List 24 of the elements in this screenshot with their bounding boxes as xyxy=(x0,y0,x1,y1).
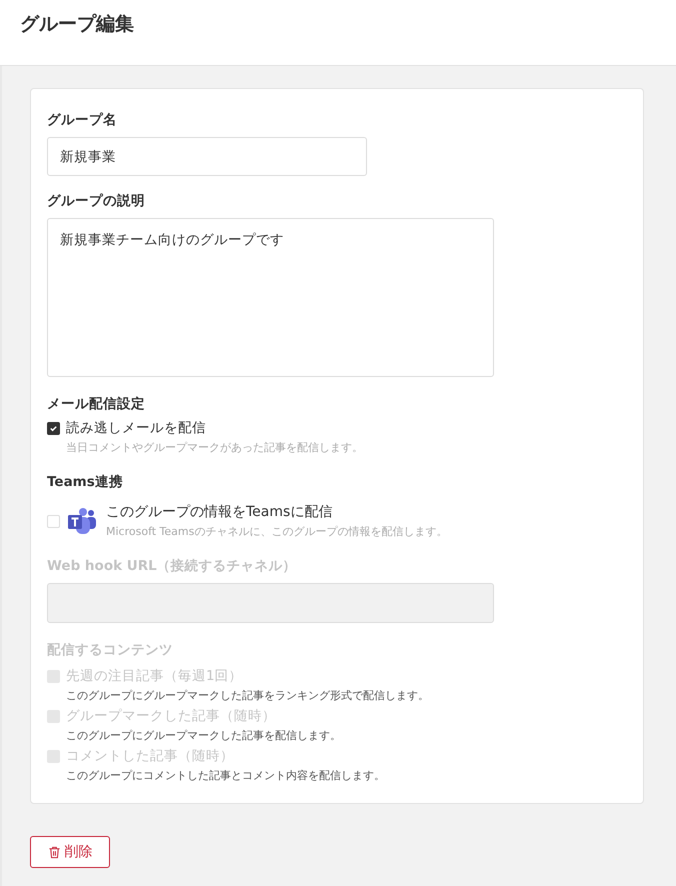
teams-icon xyxy=(66,505,98,537)
option-description: Microsoft Teamsのチャネルに、このグループの情報を配信します。 xyxy=(106,524,448,539)
field-label: グループの説明 xyxy=(47,192,145,210)
option-label: 先週の注目記事（毎週1回） xyxy=(66,667,244,685)
option-label: このグループの情報をTeamsに配信 xyxy=(106,503,334,521)
check-icon xyxy=(49,424,58,433)
option-description: このグループにコメントした記事とコメント内容を配信します。 xyxy=(66,768,385,783)
option-description: このグループにグループマークした記事を配信します。 xyxy=(66,728,341,743)
option-label: 読み逃しメールを配信 xyxy=(66,419,207,437)
trash-icon xyxy=(48,846,60,858)
checkbox[interactable] xyxy=(47,422,60,435)
option-description: このグループにグループマークした記事をランキング形式で配信します。 xyxy=(66,688,429,703)
section-heading: メール配信設定 xyxy=(47,395,145,413)
description-field[interactable]: 新規事業チーム向けのグループです xyxy=(47,218,494,377)
option-label: コメントした記事（随時） xyxy=(66,747,235,765)
name-field[interactable]: 新規事業 xyxy=(47,137,367,176)
option-label: グループマークした記事（随時） xyxy=(66,707,277,725)
delete-button[interactable]: 削除 xyxy=(30,836,110,868)
page-title: グループ編集 xyxy=(20,12,134,36)
field-label: Web hook URL（接続するチャネル） xyxy=(47,557,297,575)
option-description: 当日コメントやグループマークがあった記事を配信します。 xyxy=(66,440,363,455)
section-heading: Teams連携 xyxy=(47,473,123,491)
section-heading: 配信するコンテンツ xyxy=(47,641,173,659)
field-label: グループ名 xyxy=(47,111,117,129)
